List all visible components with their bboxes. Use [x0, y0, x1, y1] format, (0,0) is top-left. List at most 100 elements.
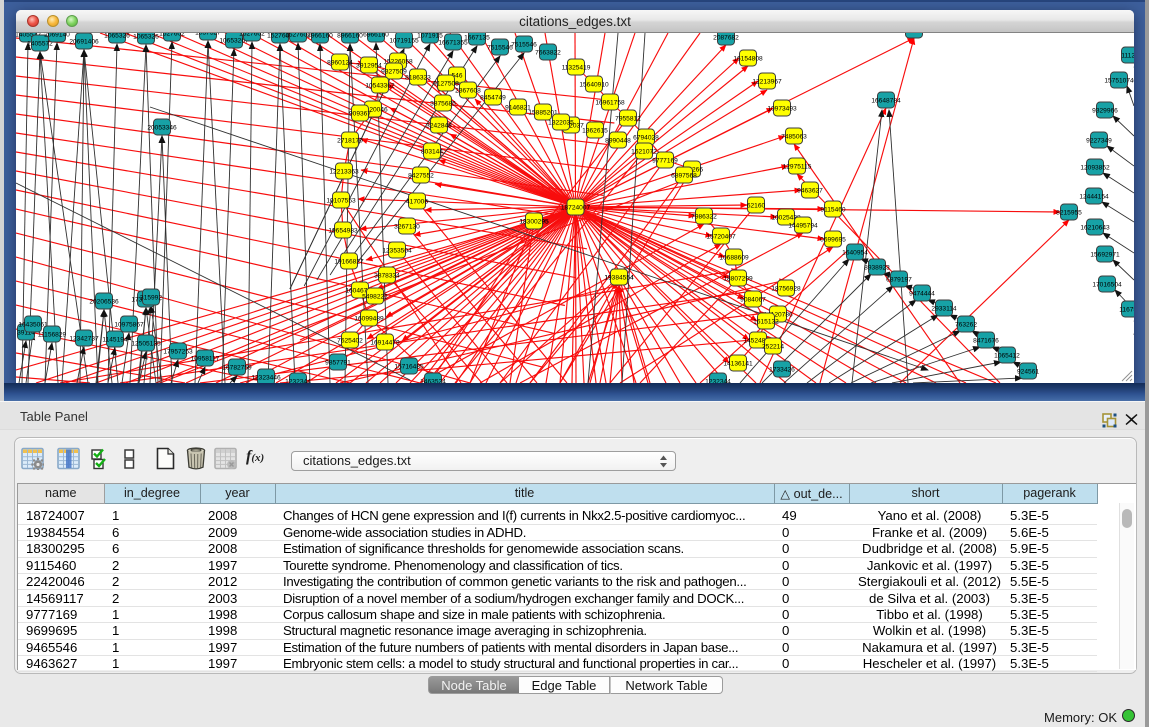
svg-text:6794028: 6794028 [633, 134, 659, 141]
svg-text:1603380: 1603380 [901, 33, 927, 34]
svg-text:16782759: 16782759 [222, 364, 252, 371]
svg-text:1145194: 1145194 [102, 336, 128, 343]
svg-text:17957253: 17957253 [163, 348, 193, 355]
svg-text:1527602: 1527602 [239, 33, 265, 37]
svg-text:12342737: 12342737 [69, 335, 99, 342]
svg-text:15720407: 15720407 [706, 233, 736, 240]
svg-text:1362615: 1362615 [582, 127, 608, 134]
svg-text:9463627: 9463627 [797, 187, 823, 194]
svg-text:19654983: 19654983 [328, 227, 358, 234]
svg-text:18724007: 18724007 [561, 204, 591, 211]
svg-text:7955812: 7955812 [615, 115, 641, 122]
svg-text:8938923: 8938923 [864, 264, 890, 271]
svg-text:8960124: 8960124 [327, 59, 353, 66]
svg-text:16961758: 16961758 [595, 99, 625, 106]
svg-text:763262: 763262 [955, 321, 977, 328]
svg-text:18300295: 18300295 [519, 218, 549, 225]
svg-text:2087682: 2087682 [713, 34, 739, 41]
svg-text:14495794: 14495794 [788, 222, 818, 229]
svg-text:1065326: 1065326 [104, 33, 130, 39]
svg-text:15716485: 15716485 [394, 363, 424, 370]
svg-text:909367: 909367 [349, 110, 371, 117]
svg-text:9474444: 9474444 [909, 290, 935, 297]
svg-text:18807299: 18807299 [723, 275, 753, 282]
svg-text:2718170: 2718170 [337, 137, 363, 144]
svg-text:16154808: 16154808 [733, 55, 763, 62]
svg-text:12975115: 12975115 [783, 163, 812, 170]
svg-text:2069140: 2069140 [44, 33, 70, 38]
svg-text:2933114: 2933114 [931, 305, 957, 312]
svg-text:10107553: 10107553 [326, 197, 356, 204]
svg-text:9329966: 9329966 [1092, 107, 1118, 114]
svg-text:9777169: 9777169 [652, 157, 678, 164]
svg-text:8215955: 8215955 [1056, 209, 1082, 216]
svg-text:116753: 116753 [1119, 306, 1134, 313]
svg-text:2367608: 2367608 [455, 87, 481, 94]
svg-text:8966160: 8966160 [337, 33, 363, 39]
svg-text:315992: 315992 [140, 294, 162, 301]
svg-text:3878334: 3878334 [374, 272, 400, 279]
svg-text:7663822: 7663822 [535, 49, 561, 56]
svg-text:7515546: 7515546 [487, 44, 513, 51]
svg-text:12213363: 12213363 [329, 168, 359, 175]
svg-text:1621072: 1621072 [631, 148, 657, 155]
svg-text:11123: 11123 [1121, 52, 1134, 59]
svg-text:6879197: 6879197 [886, 276, 912, 283]
svg-text:10958117: 10958117 [191, 355, 220, 362]
svg-text:9084067: 9084067 [740, 296, 766, 303]
svg-text:15751074: 15751074 [1104, 77, 1134, 84]
svg-text:12323446: 12323446 [251, 374, 281, 381]
svg-text:9127508: 9127508 [433, 80, 459, 87]
svg-text:1065326: 1065326 [133, 33, 159, 40]
svg-text:8454749: 8454749 [480, 94, 506, 101]
svg-text:3912954: 3912954 [356, 62, 382, 69]
svg-text:9115460: 9115460 [820, 206, 846, 213]
svg-text:16099489: 16099489 [354, 315, 384, 322]
svg-text:1322035: 1322035 [548, 119, 574, 126]
svg-text:8990448: 8990448 [605, 137, 631, 144]
svg-text:10688609: 10688609 [719, 254, 749, 261]
svg-text:12213967: 12213967 [752, 78, 782, 85]
svg-text:19384554: 19384554 [604, 274, 634, 281]
svg-text:12353504: 12353504 [382, 247, 412, 254]
svg-text:8471676: 8471676 [973, 337, 999, 344]
svg-text:10973493: 10973493 [767, 105, 797, 112]
svg-text:9146821: 9146821 [505, 104, 531, 111]
svg-text:8186323: 8186323 [405, 74, 431, 81]
svg-text:252214: 252214 [762, 343, 784, 350]
svg-text:7625402: 7625402 [337, 337, 363, 344]
svg-text:1733426: 1733426 [769, 366, 795, 373]
svg-text:12444154: 12444154 [1079, 193, 1109, 200]
svg-text:0699695: 0699695 [820, 236, 846, 243]
svg-text:62160: 62160 [747, 202, 766, 209]
svg-text:803144: 803144 [421, 148, 443, 155]
svg-text:10543362: 10543362 [365, 82, 395, 89]
svg-text:1527602: 1527602 [159, 33, 185, 37]
svg-text:1667135: 1667135 [464, 34, 490, 41]
svg-text:7515546: 7515546 [511, 41, 537, 48]
svg-text:1057327: 1057327 [195, 33, 221, 36]
svg-text:10975867: 10975867 [114, 321, 144, 328]
svg-text:7485063: 7485063 [781, 133, 807, 140]
svg-text:19166827: 19166827 [334, 258, 364, 265]
svg-text:9857791: 9857791 [325, 359, 351, 366]
svg-text:18756928: 18756928 [771, 285, 801, 292]
svg-text:20691406: 20691406 [69, 38, 99, 45]
svg-text:16648784: 16648784 [871, 97, 901, 104]
svg-text:6897568: 6897568 [671, 172, 697, 179]
svg-text:1640954: 1640954 [842, 249, 868, 256]
svg-text:924561: 924561 [1017, 368, 1039, 375]
svg-text:20206536: 20206536 [89, 298, 119, 305]
svg-text:15692971: 15692971 [1090, 251, 1120, 258]
svg-text:12093852: 12093852 [1080, 164, 1110, 171]
svg-text:3267130: 3267130 [394, 223, 420, 230]
svg-text:11156829: 11156829 [38, 331, 67, 338]
svg-text:15640910: 15640910 [579, 81, 609, 88]
svg-text:16210643: 16210643 [1080, 224, 1110, 231]
svg-text:6966160: 6966160 [363, 33, 389, 38]
svg-text:5498222: 5498222 [362, 293, 388, 300]
svg-text:3242848: 3242848 [426, 122, 452, 129]
svg-text:12505135: 12505135 [131, 340, 161, 347]
svg-text:1615132: 1615132 [753, 318, 779, 325]
svg-text:14136141: 14136141 [723, 360, 753, 367]
